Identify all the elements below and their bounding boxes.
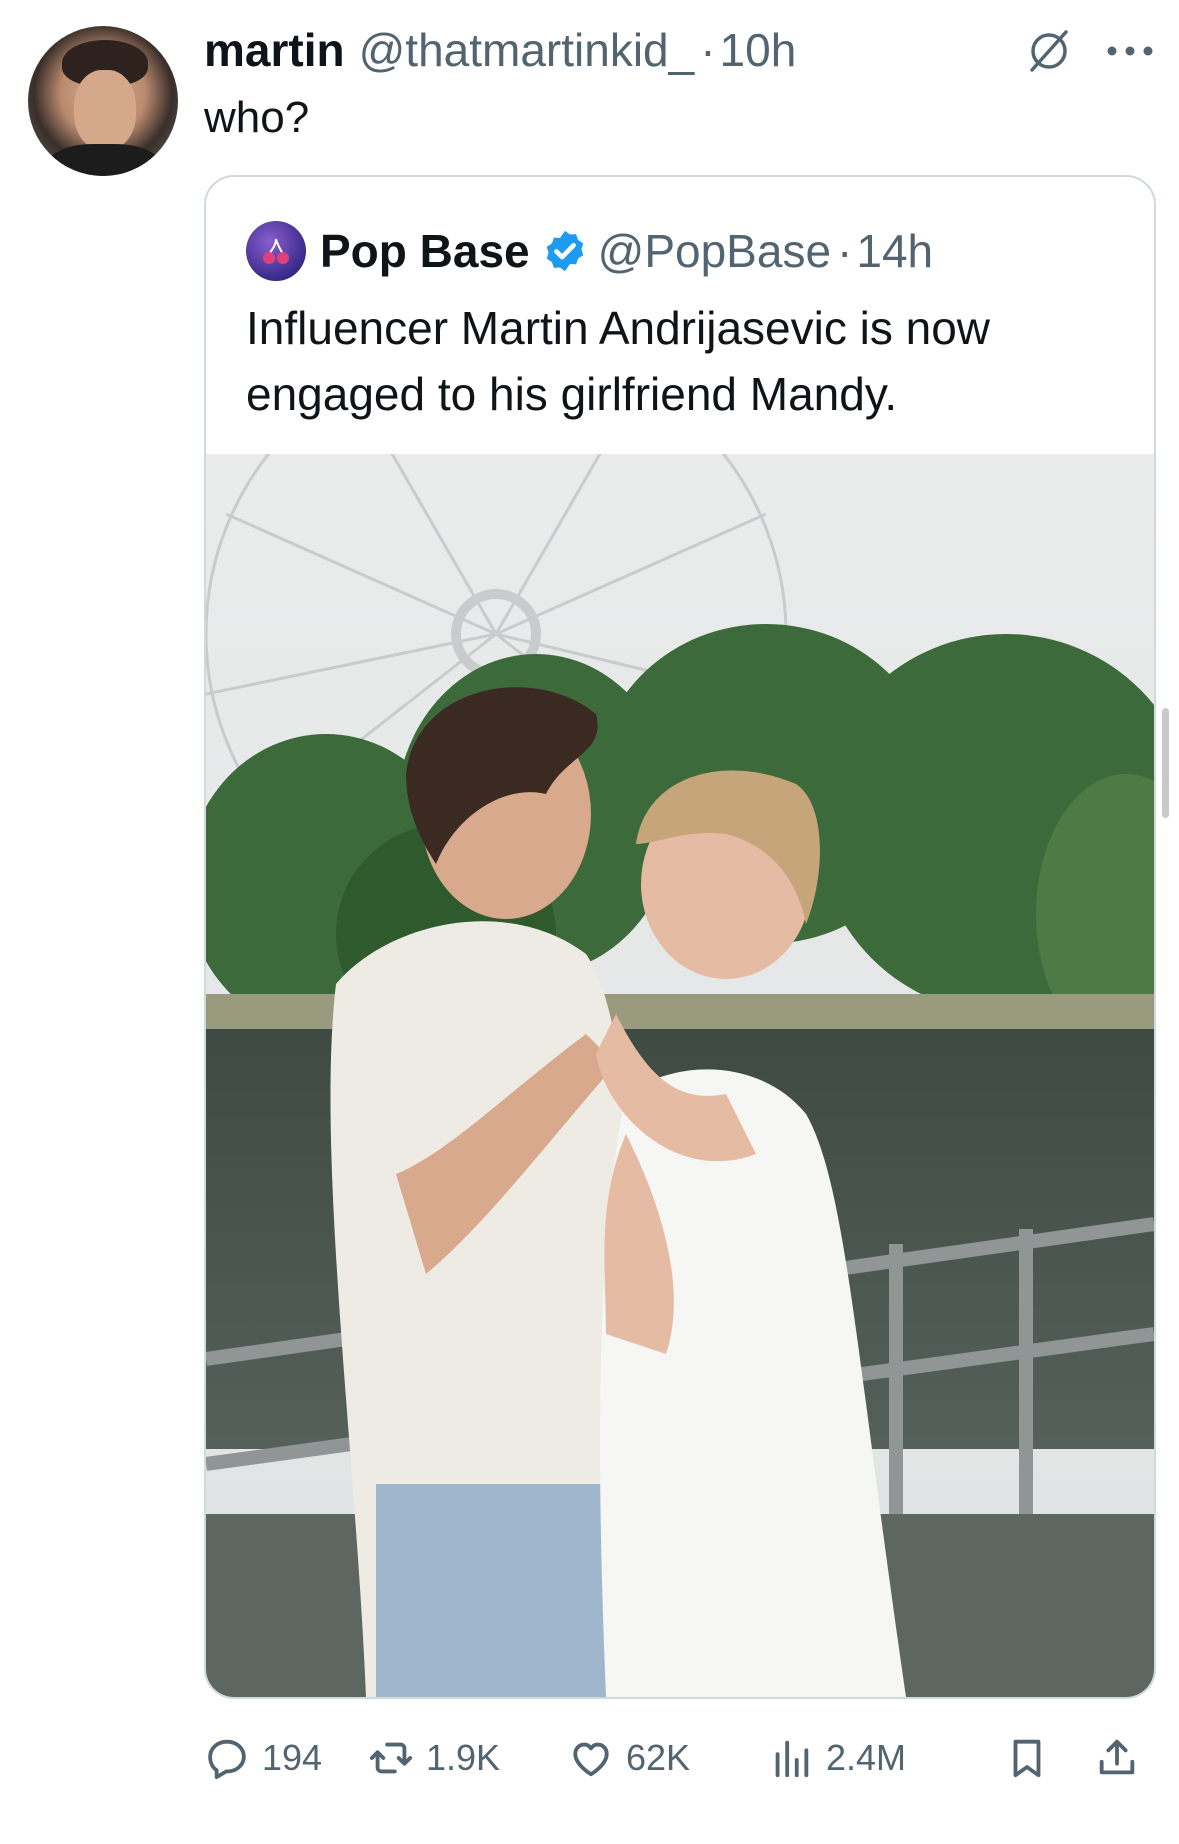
reply-button[interactable]: 194 [204, 1728, 322, 1788]
quoted-tweet[interactable]: Pop Base @PopBase · 14h Influencer Marti… [204, 175, 1156, 1699]
quoted-tweet-header: Pop Base @PopBase · 14h [246, 219, 933, 283]
bookmark-icon [1013, 1739, 1041, 1778]
bookmark-button[interactable] [1004, 1728, 1062, 1788]
author-name[interactable]: martin [204, 23, 345, 77]
tweet-time[interactable]: 10h [720, 23, 797, 77]
avatar-face [74, 70, 136, 150]
quoted-tweet-time[interactable]: 14h [856, 224, 933, 278]
views-count: 2.4M [826, 1737, 907, 1778]
like-count: 62K [626, 1737, 691, 1778]
verified-badge-icon [546, 230, 583, 272]
author-handle[interactable]: @thatmartinkid_ [359, 23, 695, 77]
repost-button[interactable]: 1.9K [368, 1728, 500, 1788]
tweet-header: martin @thatmartinkid_ · 10h [204, 22, 796, 78]
quoted-author-avatar[interactable] [246, 221, 306, 281]
heart-icon [573, 1742, 609, 1777]
grok-slash-icon[interactable] [1024, 26, 1074, 76]
share-icon [1099, 1739, 1135, 1775]
more-options-icon[interactable] [1102, 26, 1158, 76]
separator-dot: · [700, 24, 716, 76]
repost-count: 1.9K [426, 1737, 501, 1778]
scrollbar[interactable] [1162, 708, 1169, 818]
like-button[interactable]: 62K [568, 1728, 690, 1788]
quoted-tweet-text: Influencer Martin Andrijasevic is now en… [246, 302, 990, 420]
author-avatar[interactable] [28, 26, 178, 176]
couple-photo[interactable] [206, 454, 1154, 1697]
cherry-logo-icon [263, 238, 289, 264]
repost-icon [369, 1742, 413, 1774]
quoted-author-handle[interactable]: @PopBase [598, 224, 831, 278]
reply-count: 194 [262, 1737, 323, 1778]
tweet-actions: 194 1.9K 62K 2.4M [204, 1728, 1152, 1788]
separator-dot: · [837, 225, 853, 277]
reply-icon [208, 1739, 246, 1780]
views-button[interactable]: 2.4M [768, 1728, 906, 1788]
quoted-author-name[interactable]: Pop Base [320, 224, 530, 278]
views-bar-chart-icon [775, 1740, 809, 1778]
avatar-shirt [48, 144, 160, 176]
tweet-text: who? [204, 93, 310, 142]
share-button[interactable] [1094, 1728, 1152, 1788]
